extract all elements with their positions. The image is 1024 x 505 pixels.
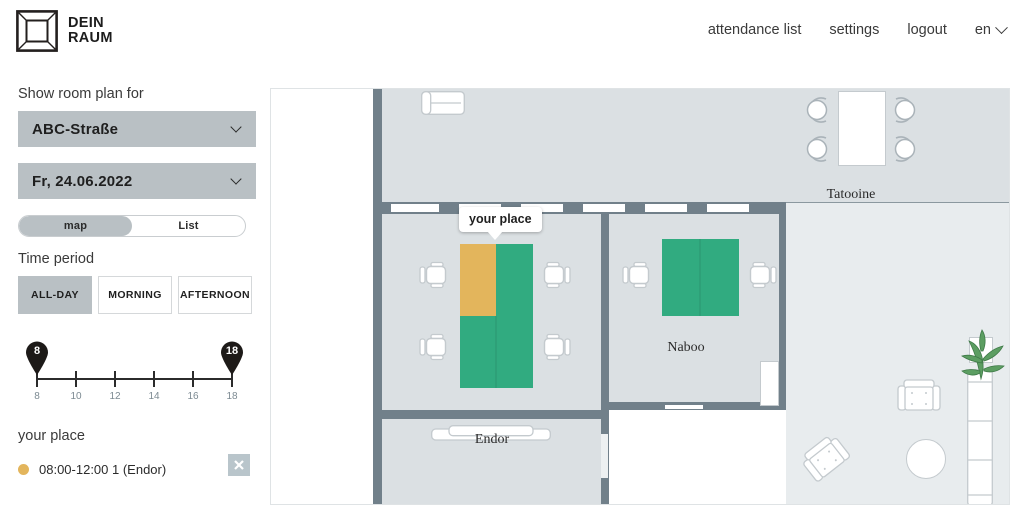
- coffee-table-icon: [906, 439, 946, 479]
- chevron-down-icon: [230, 121, 242, 133]
- wall-between-endor-naboo: [601, 214, 609, 410]
- slider-tick: [153, 371, 155, 387]
- armchair-icon: [897, 379, 941, 415]
- date-select[interactable]: Fr, 24.06.2022: [18, 163, 256, 199]
- booking-status-dot: [18, 463, 29, 475]
- desk-naboo-1[interactable]: [662, 239, 700, 316]
- close-icon[interactable]: [228, 454, 250, 476]
- desk-naboo-2[interactable]: [700, 239, 739, 316]
- floor-plan-map[interactable]: Endor Naboo Tatooine your place: [270, 88, 1010, 505]
- nav-attendance-list[interactable]: attendance list: [708, 22, 802, 38]
- glass-panel: [583, 204, 625, 212]
- chair-icon: [419, 331, 451, 363]
- location-select-value: ABC-Straße: [32, 120, 119, 138]
- desk-endor-3[interactable]: [460, 316, 496, 388]
- brand-logo[interactable]: DEIN RAUM: [16, 10, 113, 52]
- chair-icon: [419, 259, 451, 291]
- app-header: DEIN RAUM attendance list settings logou…: [0, 0, 1024, 72]
- round-chair-icon: [889, 95, 919, 130]
- your-place-tooltip: your place: [459, 207, 542, 240]
- sofa-bench-icon: [967, 369, 993, 504]
- time-period-afternoon[interactable]: AFTERNOON: [178, 276, 252, 314]
- date-select-value: Fr, 24.06.2022: [32, 172, 133, 190]
- time-period-all-day[interactable]: ALL-DAY: [18, 276, 92, 314]
- room-box-logo-icon: [16, 10, 58, 52]
- slider-track: [36, 378, 232, 380]
- main-nav: attendance list settings logout en: [708, 20, 1008, 38]
- booking-label: 08:00-12:00 1 (Endor): [39, 461, 167, 477]
- chair-icon: [539, 259, 571, 291]
- chair-icon: [539, 331, 571, 363]
- round-chair-icon: [803, 95, 833, 130]
- brand-line-1: DEIN: [68, 14, 104, 31]
- glass-panel: [391, 204, 439, 212]
- slider-tick-label: 12: [109, 391, 121, 402]
- door-opening-endor: [601, 434, 608, 478]
- your-place-title: your place: [18, 428, 85, 444]
- slider-handle-end-value: 18: [225, 345, 239, 357]
- time-period-morning[interactable]: MORNING: [98, 276, 172, 314]
- bench-icon: [421, 91, 465, 115]
- your-place-booking-row: 08:00-12:00 1 (Endor): [18, 454, 256, 482]
- desk-endor-1-yours[interactable]: [460, 244, 496, 316]
- cabinet-icon: [760, 361, 779, 406]
- chair-icon: [622, 259, 654, 291]
- time-range-slider[interactable]: 8 10 12 14 16 18 8 18: [18, 336, 252, 414]
- desk-divider: [699, 239, 701, 316]
- slider-handle-end[interactable]: 18: [219, 341, 245, 375]
- slider-tick: [75, 371, 77, 387]
- slider-handle-start[interactable]: 8: [24, 341, 50, 375]
- sidebar: Show room plan for ABC-Straße Fr, 24.06.…: [18, 86, 256, 482]
- brand-name: DEIN RAUM: [68, 14, 113, 46]
- round-chair-icon: [889, 134, 919, 169]
- view-toggle-map[interactable]: map: [19, 216, 132, 236]
- language-label: en: [974, 22, 991, 38]
- nav-settings[interactable]: settings: [829, 22, 879, 38]
- view-toggle[interactable]: map List: [18, 215, 246, 237]
- wall-naboo-right: [779, 214, 786, 410]
- room-label-naboo: Naboo: [667, 340, 705, 355]
- chevron-down-icon: [230, 173, 242, 185]
- door-opening-naboo: [665, 405, 703, 409]
- chevron-down-icon: [995, 20, 1008, 34]
- slider-tick: [192, 371, 194, 387]
- brand-line-2: RAUM: [68, 30, 113, 46]
- language-switcher[interactable]: en: [974, 20, 1008, 38]
- slider-tick: [114, 371, 116, 387]
- slider-tick-label: 10: [70, 391, 82, 402]
- plant-icon: [957, 329, 1007, 386]
- slider-tick-label: 16: [187, 391, 199, 402]
- slider-handle-start-value: 8: [33, 345, 41, 357]
- view-toggle-list[interactable]: List: [132, 216, 245, 236]
- chair-icon: [745, 259, 777, 291]
- slider-tick-label: 18: [226, 391, 238, 402]
- time-period-label: Time period: [18, 251, 95, 267]
- glass-panel: [707, 204, 749, 212]
- glass-panel: [645, 204, 687, 212]
- show-room-plan-label: Show room plan for: [18, 86, 144, 102]
- wall-left: [373, 89, 382, 504]
- round-chair-icon: [803, 134, 833, 169]
- meeting-table-tatooine: [838, 91, 886, 166]
- nav-logout[interactable]: logout: [907, 22, 947, 38]
- wall-endor-bottom: [381, 410, 604, 419]
- lounge-divider: [786, 202, 1009, 203]
- room-label-tatooine: Tatooine: [826, 187, 876, 202]
- app-root: DEIN RAUM attendance list settings logou…: [0, 0, 1024, 505]
- desk-divider: [495, 316, 497, 388]
- location-select[interactable]: ABC-Straße: [18, 111, 256, 147]
- slider-tick-label: 8: [34, 391, 40, 402]
- desk-endor-4[interactable]: [496, 316, 533, 388]
- desk-endor-2[interactable]: [496, 244, 533, 316]
- time-period-group: ALL-DAY MORNING AFTERNOON: [18, 276, 252, 314]
- slider-tick-label: 14: [148, 391, 160, 402]
- room-label-endor: Endor: [474, 432, 510, 447]
